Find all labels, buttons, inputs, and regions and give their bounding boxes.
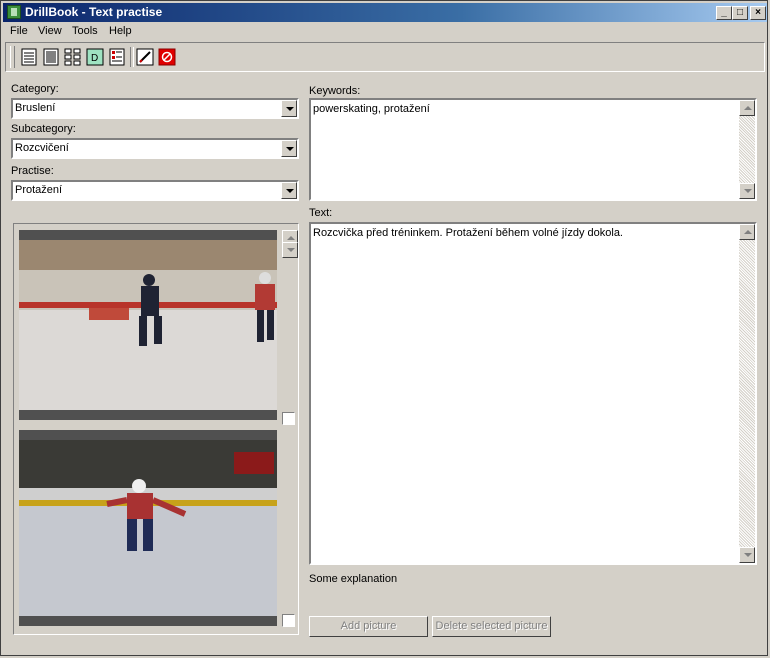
toolbar-grip[interactable] — [10, 46, 15, 68]
practise-select[interactable]: Protažení — [11, 180, 299, 201]
text-field[interactable]: Rozcvička před tréninkem. Protažení běhe… — [309, 222, 757, 565]
toolbar-separator — [130, 47, 134, 67]
keywords-field[interactable]: powerskating, protažení — [309, 98, 757, 201]
maximize-button[interactable]: □ — [732, 6, 748, 20]
chevron-down-icon[interactable] — [281, 182, 297, 199]
keywords-value: powerskating, protažení — [313, 103, 430, 115]
subcategory-label: Subcategory: — [11, 123, 76, 135]
scroll-down-button[interactable] — [739, 547, 755, 563]
menu-view[interactable]: View — [38, 25, 62, 37]
add-picture-button[interactable]: Add picture — [309, 616, 428, 637]
scroll-down-button[interactable] — [282, 242, 298, 258]
scroll-up-button[interactable] — [739, 224, 755, 240]
list-view-icon[interactable] — [20, 48, 38, 66]
picture-2-checkbox[interactable] — [282, 614, 295, 627]
delete-picture-button[interactable]: Delete selected picture — [432, 616, 551, 637]
chevron-down-icon[interactable] — [281, 100, 297, 117]
practise-label: Practise: — [11, 165, 54, 177]
picture-2-image — [19, 430, 277, 626]
keywords-scrollbar[interactable] — [739, 100, 755, 199]
picture-1[interactable] — [19, 230, 277, 420]
thumbnails-view-icon[interactable] — [64, 48, 82, 66]
subcategory-select[interactable]: Rozcvičení — [11, 138, 299, 159]
keywords-label: Keywords: — [309, 85, 361, 97]
close-button[interactable]: × — [750, 6, 766, 20]
minimize-icon: _ — [721, 7, 727, 18]
category-select[interactable]: Bruslení — [11, 98, 299, 119]
menu-file[interactable]: File — [10, 25, 28, 37]
picture-2[interactable] — [19, 430, 277, 626]
scroll-down-button[interactable] — [739, 183, 755, 199]
category-label: Category: — [11, 83, 59, 95]
chevron-down-icon[interactable] — [281, 140, 297, 157]
picture-1-checkbox[interactable] — [282, 412, 295, 425]
subcategory-value: Rozcvičení — [15, 142, 69, 154]
text-value: Rozcvička před tréninkem. Protažení běhe… — [313, 227, 623, 239]
svg-text:D: D — [91, 53, 98, 64]
edit-icon[interactable] — [136, 48, 154, 66]
scroll-up-button[interactable] — [739, 100, 755, 116]
minimize-button[interactable]: _ — [716, 6, 732, 20]
text-scrollbar[interactable] — [739, 224, 755, 563]
app-book-icon — [7, 5, 21, 19]
app-window: DrillBook - Text practise _ □ × File Vie… — [0, 0, 768, 656]
picture-1-image — [19, 230, 277, 420]
practise-value: Protažení — [15, 184, 63, 196]
title-bar: DrillBook - Text practise _ □ × — [3, 3, 767, 22]
category-value: Bruslení — [15, 102, 56, 114]
drill-view-icon[interactable]: D — [86, 48, 104, 66]
explanation-text: Some explanation — [309, 573, 398, 585]
stop-icon[interactable] — [158, 48, 176, 66]
text-label: Text: — [309, 207, 333, 219]
toolbar: D — [5, 42, 765, 72]
menu-help[interactable]: Help — [109, 25, 132, 37]
menu-tools[interactable]: Tools — [72, 25, 98, 37]
close-icon: × — [755, 7, 761, 18]
details-view-icon[interactable] — [42, 48, 60, 66]
maximize-icon: □ — [736, 7, 744, 18]
report-icon[interactable] — [108, 48, 126, 66]
picture-panel — [13, 223, 299, 635]
menu-bar: File View Tools Help — [3, 23, 767, 41]
window-title: DrillBook - Text practise — [25, 5, 163, 19]
